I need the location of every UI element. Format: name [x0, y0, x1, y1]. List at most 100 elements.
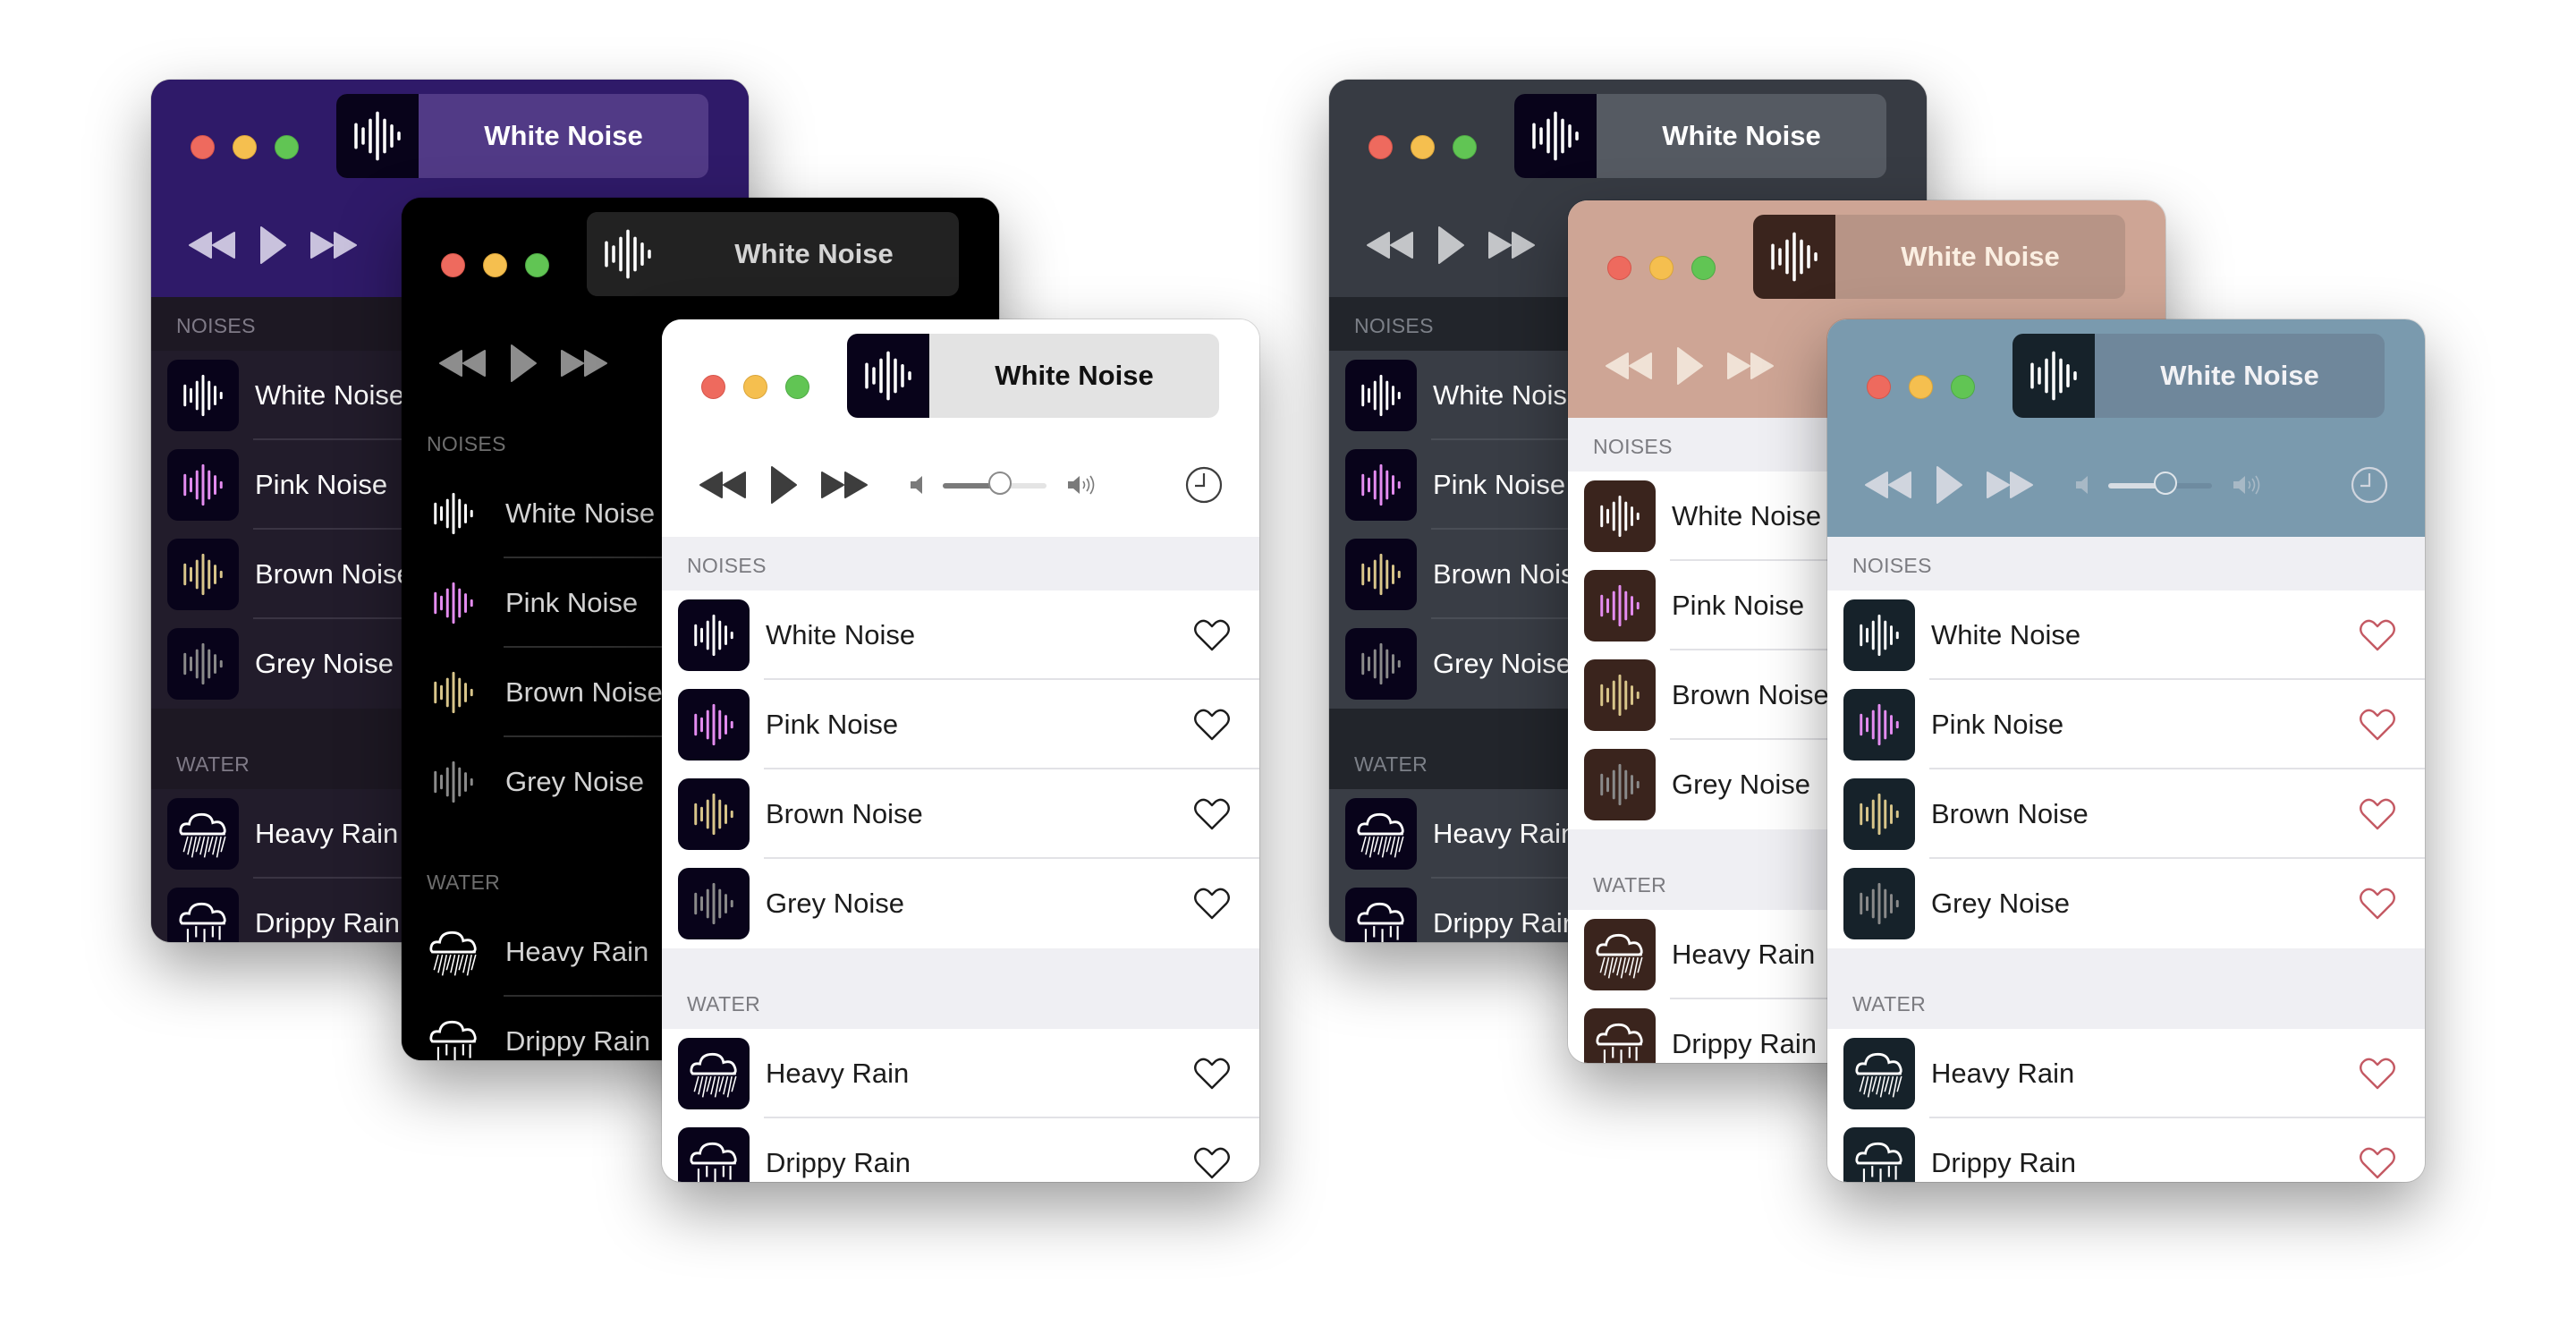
volume-slider-knob[interactable]	[2153, 472, 2177, 495]
minimize-button[interactable]	[1909, 375, 1933, 399]
rewind-icon	[439, 350, 486, 377]
window-controls	[1867, 375, 1975, 399]
play-button[interactable]	[1435, 224, 1467, 267]
sound-row[interactable]: Drippy Rain	[1827, 1118, 2425, 1182]
now-playing[interactable]: White Noise	[847, 334, 1219, 418]
waveform-icon	[1361, 553, 1401, 596]
zoom-button[interactable]	[1691, 256, 1716, 280]
waveform-icon	[1600, 584, 1640, 627]
play-button[interactable]	[1933, 463, 1965, 506]
minimize-button[interactable]	[483, 253, 507, 277]
favorite-button[interactable]	[1193, 1056, 1231, 1092]
favorite-button[interactable]	[2359, 1145, 2396, 1181]
close-button[interactable]	[701, 375, 725, 399]
next-button[interactable]	[1985, 467, 2035, 503]
sound-artwork	[418, 1006, 489, 1060]
favorite-button[interactable]	[1193, 886, 1231, 922]
waveform-icon	[434, 492, 473, 535]
close-button[interactable]	[1607, 256, 1631, 280]
now-playing[interactable]: White Noise	[1514, 94, 1886, 178]
minimize-button[interactable]	[233, 135, 257, 159]
sound-row[interactable]: Grey Noise	[662, 859, 1259, 948]
next-button[interactable]	[309, 227, 359, 263]
sound-row[interactable]: Heavy Rain	[662, 1029, 1259, 1118]
close-button[interactable]	[191, 135, 215, 159]
sound-name: Brown Noise	[1433, 558, 1590, 590]
now-playing[interactable]: White Noise	[1753, 215, 2125, 299]
volume-slider[interactable]	[2108, 472, 2212, 495]
favorite-button[interactable]	[1193, 1145, 1231, 1181]
previous-button[interactable]	[1863, 467, 1913, 503]
sound-row[interactable]: Brown Noise	[662, 769, 1259, 859]
section-label: NOISES	[1354, 314, 1434, 337]
next-button[interactable]	[1725, 348, 1775, 384]
sound-row[interactable]: Pink Noise	[1827, 680, 2425, 769]
zoom-button[interactable]	[1453, 135, 1477, 159]
speaker-high-icon	[2233, 475, 2260, 495]
now-playing-artwork	[847, 334, 929, 418]
sound-row[interactable]: White Noise	[1827, 591, 2425, 680]
zoom-button[interactable]	[1951, 375, 1975, 399]
section-label: WATER	[1852, 992, 1926, 1015]
sound-row[interactable]: Pink Noise	[662, 680, 1259, 769]
speaker-low-icon	[911, 476, 922, 494]
waveform-icon	[1600, 674, 1640, 717]
sound-name: Brown Noise	[1672, 679, 1829, 710]
next-button[interactable]	[559, 345, 609, 381]
play-button[interactable]	[1674, 344, 1706, 387]
volume-slider[interactable]	[943, 472, 1046, 495]
heavy-rain-icon	[1855, 1052, 1902, 1098]
sound-name: Drippy Rain	[505, 1025, 650, 1057]
now-playing-artwork	[1753, 215, 1835, 299]
sound-name: Heavy Rain	[1931, 1058, 2075, 1089]
sound-artwork	[1584, 749, 1656, 820]
now-playing-title: White Noise	[995, 360, 1154, 391]
close-button[interactable]	[441, 253, 465, 277]
sound-row[interactable]: Drippy Rain	[662, 1118, 1259, 1182]
sleep-timer-button[interactable]	[2350, 465, 2389, 505]
next-button[interactable]	[1487, 227, 1537, 263]
minimize-button[interactable]	[1649, 256, 1674, 280]
zoom-button[interactable]	[275, 135, 299, 159]
favorite-button[interactable]	[2359, 1056, 2396, 1092]
section-header-noises: NOISES	[662, 537, 1259, 591]
sound-row[interactable]: Grey Noise	[1827, 859, 2425, 948]
favorite-button[interactable]	[2359, 796, 2396, 832]
favorite-button[interactable]	[2359, 617, 2396, 653]
sound-artwork	[418, 746, 489, 818]
previous-button[interactable]	[437, 345, 487, 381]
previous-button[interactable]	[698, 467, 748, 503]
now-playing[interactable]: White Noise	[336, 94, 708, 178]
play-button[interactable]	[507, 342, 539, 385]
close-button[interactable]	[1867, 375, 1891, 399]
favorite-button[interactable]	[2359, 707, 2396, 743]
sound-row[interactable]: Brown Noise	[1827, 769, 2425, 859]
zoom-button[interactable]	[525, 253, 549, 277]
favorite-button[interactable]	[1193, 707, 1231, 743]
sound-row[interactable]: Heavy Rain	[1827, 1029, 2425, 1118]
sound-row[interactable]: White Noise	[662, 591, 1259, 680]
play-button[interactable]	[257, 224, 289, 267]
next-button[interactable]	[819, 467, 869, 503]
close-button[interactable]	[1368, 135, 1393, 159]
sound-name: Drippy Rain	[1433, 907, 1578, 939]
sound-name: Heavy Rain	[1433, 818, 1577, 849]
previous-button[interactable]	[187, 227, 237, 263]
minimize-button[interactable]	[743, 375, 767, 399]
sound-artwork	[418, 657, 489, 728]
waveform-icon	[1860, 703, 1899, 746]
play-button[interactable]	[767, 463, 800, 506]
volume-slider-knob[interactable]	[987, 472, 1012, 495]
previous-button[interactable]	[1365, 227, 1415, 263]
zoom-button[interactable]	[785, 375, 809, 399]
sleep-timer-button[interactable]	[1184, 465, 1224, 505]
favorite-button[interactable]	[1193, 617, 1231, 653]
now-playing[interactable]: White Noise	[587, 212, 959, 296]
favorite-button[interactable]	[2359, 886, 2396, 922]
now-playing[interactable]: White Noise	[2012, 334, 2385, 418]
previous-button[interactable]	[1604, 348, 1654, 384]
sound-artwork	[1345, 628, 1417, 700]
favorite-button[interactable]	[1193, 796, 1231, 832]
minimize-button[interactable]	[1411, 135, 1435, 159]
drippy-rain-icon	[690, 1142, 737, 1182]
